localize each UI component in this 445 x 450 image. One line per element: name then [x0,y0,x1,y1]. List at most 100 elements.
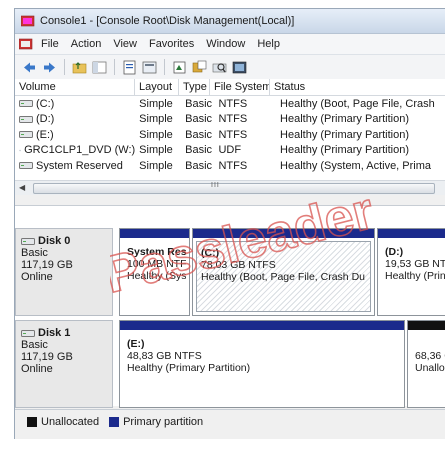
disk-icon [21,329,35,337]
partition-size: 78,03 GB NTFS [201,259,276,271]
scroll-left-icon[interactable]: ◀ [19,183,25,192]
disk-0-kind: Basic [21,247,48,259]
volume-name-cell: (C:) [15,98,135,110]
disk-graphical-view: Disk 0 Basic 117,19 GB Online System Res… [15,206,445,408]
disk-1-kind: Basic [21,339,48,351]
help-icon[interactable] [141,59,158,76]
unallocated-swatch [27,417,37,427]
volume-rows: (C:) Simple Basic NTFS Healthy (Boot, Page F… [15,96,445,174]
title-bar: Console1 - [Console Root\Disk Management… [15,9,445,34]
partition-status: Healthy (Prin [385,270,445,282]
volume-list: Volume Layout Type File System Status (C… [15,79,445,195]
status-cell: Healthy (Primary Partition) [280,144,410,157]
forward-arrow-icon[interactable] [41,59,58,76]
disk-0-name: Disk 0 [38,235,71,247]
column-header-layout[interactable]: Layout [135,79,179,95]
legend-primary: Primary partition [109,416,203,428]
column-header-type[interactable]: Type [179,79,210,95]
partition-name: System Res [127,246,186,258]
volume-name-cell: GRC1CLP1_DVD (W:) [15,144,135,156]
back-arrow-icon[interactable] [21,59,38,76]
properties-icon[interactable] [121,59,138,76]
disk-icon [21,237,35,245]
file-system-cell: NTFS [218,128,248,141]
menu-file[interactable]: File [35,38,65,50]
disk-1-info[interactable]: Disk 1 Basic 117,19 GB Online [15,320,113,408]
disk-1-size: 117,19 GB [21,351,73,363]
menu-view[interactable]: View [107,38,143,50]
type-cell: Basic [185,97,213,110]
scrollbar-grip: III [211,182,220,189]
file-system-cell: NTFS [218,159,248,172]
connect-icon[interactable] [191,59,208,76]
layout-cell: Simple [139,113,173,126]
partition-name: (C:) [201,247,220,259]
partition-size: 48,83 GB NTFS [127,350,202,362]
up-folder-icon[interactable] [71,59,88,76]
layout-cell: Simple [139,128,173,141]
volume-row[interactable]: System Reserved Simple Basic NTFS Healthy (S… [15,158,445,174]
volume-list-header: Volume Layout Type File System Status [15,79,445,96]
pane-splitter[interactable] [15,195,445,206]
volume-row[interactable]: (D:) Simple Basic NTFS Healthy (Primary Part… [15,112,445,128]
layout-cell: Simple [139,159,173,172]
primary-partition-bar [378,229,445,238]
partition-status: Healthy (Boot, Page File, Crash Du [201,271,365,283]
console-icon[interactable] [231,59,248,76]
status-cell: Healthy (Primary Partition) [280,113,410,126]
toolbar-separator [164,59,165,75]
legend-bar: Unallocated Primary partition [15,409,445,434]
volume-name: (E:) [36,128,54,141]
partition-status: Healthy (Sys [127,270,186,282]
partition-name [415,338,445,350]
rescan-icon[interactable] [171,59,188,76]
disk-0-info[interactable]: Disk 0 Basic 117,19 GB Online [15,228,113,316]
partition-unallocated[interactable]: 68,36 G Unalloc [407,320,445,408]
menu-action[interactable]: Action [65,38,108,50]
type-cell: Basic [185,113,213,126]
partition-e[interactable]: (E:) 48,83 GB NTFS Healthy (Primary Part… [119,320,405,408]
volume-row[interactable]: (C:) Simple Basic NTFS Healthy (Boot, Page F… [15,96,445,112]
type-cell: Basic [185,159,213,172]
legend-unallocated-label: Unallocated [41,416,100,428]
console-app-icon [21,15,35,27]
partition-c[interactable]: (C:) 78,03 GB NTFS Healthy (Boot, Page F… [192,228,375,316]
drive-icon [19,131,33,139]
disk-0-state: Online [21,271,53,283]
mmc-window: Console1 - [Console Root\Disk Management… [14,8,445,439]
partition-status: Healthy (Primary Partition) [127,362,251,374]
partition-system-reserved[interactable]: System Res 100 MB NTF Healthy (Sys [119,228,190,316]
column-header-status[interactable]: Status [270,79,444,95]
status-cell: Healthy (System, Active, Prima [280,159,432,172]
disk-1-state: Online [21,363,53,375]
console-menu-icon[interactable] [19,38,33,50]
search-disk-icon[interactable] [211,59,228,76]
file-system-cell: NTFS [218,97,248,110]
show-hide-tree-icon[interactable] [91,59,108,76]
horizontal-scrollbar[interactable]: ◀ III [15,180,445,195]
partition-size: 19,53 GB NTF [385,258,445,270]
drive-icon [19,100,33,108]
column-header-file-system[interactable]: File System [210,79,270,95]
primary-partition-bar [193,229,374,238]
disk-0-size: 117,19 GB [21,259,73,271]
partition-size: 100 MB NTF [127,258,186,270]
menu-help[interactable]: Help [251,38,286,50]
menu-window[interactable]: Window [200,38,251,50]
primary-partition-bar [120,321,404,330]
toolbar-separator [114,59,115,75]
unallocated-bar [408,321,445,330]
partition-d[interactable]: (D:) 19,53 GB NTF Healthy (Prin [377,228,445,316]
legend-unallocated: Unallocated [27,416,99,428]
volume-name-cell: System Reserved [15,160,135,172]
volume-row[interactable]: GRC1CLP1_DVD (W:) Simple Basic UDF Healthy (… [15,143,445,159]
disk-1-row: Disk 1 Basic 117,19 GB Online (E:) 48,83… [15,320,445,408]
partition-size: 68,36 G [415,350,445,362]
column-header-volume[interactable]: Volume [15,79,135,95]
status-cell: Healthy (Boot, Page File, Crash [280,97,435,110]
scrollbar-thumb[interactable] [33,183,435,194]
menu-favorites[interactable]: Favorites [143,38,200,50]
primary-swatch [109,417,120,427]
volume-row[interactable]: (E:) Simple Basic NTFS Healthy (Primary Part… [15,127,445,143]
toolbar-separator [64,59,65,75]
